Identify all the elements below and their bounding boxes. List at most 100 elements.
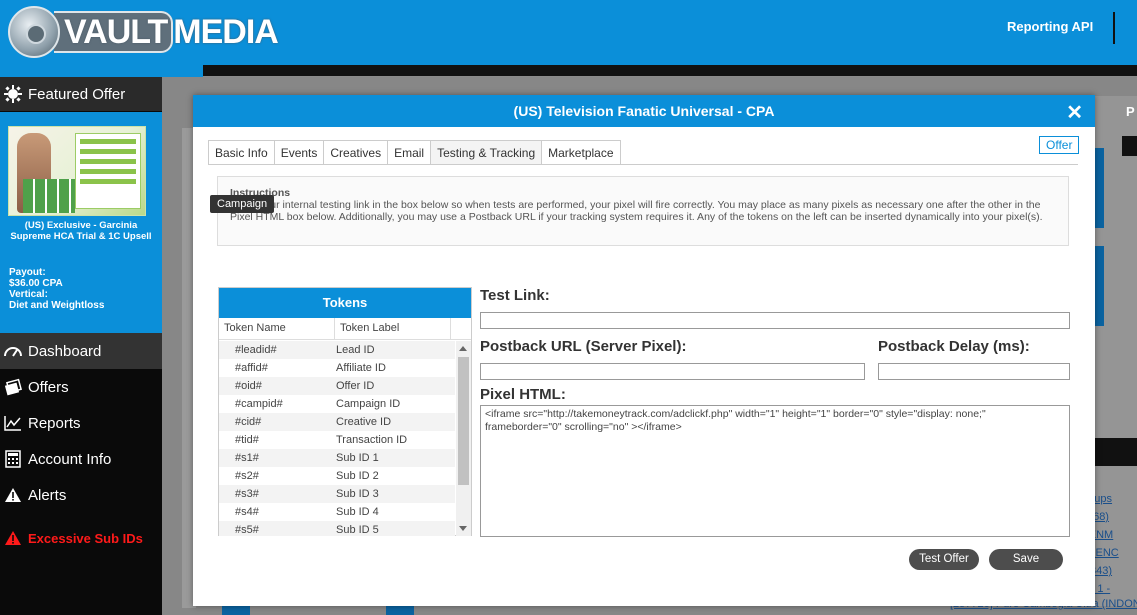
sidebar-menu: Dashboard Offers Reports Account Info Al…	[0, 333, 162, 563]
header-strip	[203, 65, 1137, 76]
tab-marketplace[interactable]: Marketplace	[541, 140, 621, 165]
token-name: #affid#	[235, 362, 268, 374]
token-row[interactable]: #leadid# Lead ID	[219, 341, 455, 359]
scroll-up-icon[interactable]	[459, 346, 467, 351]
scroll-thumb[interactable]	[458, 357, 469, 485]
sidebar-item-label: Dashboard	[28, 342, 102, 360]
test-link-input[interactable]	[480, 312, 1070, 329]
scroll-down-icon[interactable]	[459, 526, 467, 531]
token-row[interactable]: #affid# Affiliate ID	[219, 359, 455, 377]
tokens-scrollbar[interactable]	[456, 341, 471, 536]
token-label: Sub ID 3	[336, 488, 379, 500]
logo-text-media: MEDIA	[173, 12, 279, 51]
modal-header: (US) Television Fanatic Universal - CPA …	[193, 95, 1095, 127]
featured-offer-header: Featured Offer	[0, 77, 162, 111]
token-row[interactable]: #s3# Sub ID 3	[219, 485, 455, 503]
sidebar-item-reports[interactable]: Reports	[0, 405, 162, 441]
token-name: #s4#	[235, 506, 259, 518]
token-row[interactable]: #campid# Campaign ID	[219, 395, 455, 413]
pixel-html-textarea[interactable]: <iframe src="http://takemoneytrack.com/a…	[480, 405, 1070, 537]
reports-icon	[4, 414, 22, 432]
tokens-panel: Tokens Token Name Token Label #leadid# Le…	[218, 287, 472, 536]
token-row[interactable]: #s5# Sub ID 5	[219, 521, 455, 536]
save-button[interactable]: Save	[989, 549, 1063, 570]
background-dark-block	[1122, 136, 1137, 156]
instructions-text: Place your internal testing link in the …	[230, 199, 1043, 223]
tokens-list: #leadid# Lead ID #affid# Affiliate ID #oid…	[219, 341, 455, 536]
vertical-value: Diet and Weightloss	[9, 300, 105, 311]
background-blue-block	[1094, 148, 1104, 228]
close-icon[interactable]: ✕	[1066, 100, 1083, 125]
offer-promo-panel	[75, 133, 141, 209]
column-header-token-label[interactable]: Token Label	[335, 318, 451, 339]
tokens-title: Tokens	[219, 288, 471, 318]
postback-delay-input[interactable]	[878, 363, 1070, 380]
featured-offer-label: Featured Offer	[28, 85, 126, 103]
sidebar-item-alerts[interactable]: Alerts	[0, 477, 162, 513]
sidebar-item-account-info[interactable]: Account Info	[0, 441, 162, 477]
token-row[interactable]: #cid# Creative ID	[219, 413, 455, 431]
featured-offer-card[interactable]: (US) Exclusive - Garcinia Supreme HCA Tr…	[0, 112, 162, 333]
sidebar-item-label: Account Info	[28, 450, 112, 468]
sidebar-item-excessive-sub-ids[interactable]: Excessive Sub IDs	[0, 513, 162, 563]
tab-creatives[interactable]: Creatives	[323, 140, 388, 165]
background-blue-block	[1094, 246, 1104, 326]
modal-tabs: Basic Info Events Creatives Email Testin…	[208, 140, 621, 165]
token-label: Lead ID	[336, 344, 375, 356]
background-black-bar	[1094, 438, 1137, 466]
token-row[interactable]: #s2# Sub ID 2	[219, 467, 455, 485]
offers-icon	[4, 378, 22, 396]
token-name: #s1#	[235, 452, 259, 464]
column-header-token-name[interactable]: Token Name	[219, 318, 335, 339]
token-label: Sub ID 2	[336, 470, 379, 482]
token-row[interactable]: #tid# Transaction ID	[219, 431, 455, 449]
token-label: Sub ID 5	[336, 524, 379, 536]
token-row[interactable]: #s4# Sub ID 4	[219, 503, 455, 521]
token-row[interactable]: #s1# Sub ID 1	[219, 449, 455, 467]
reporting-api-link[interactable]: Reporting API	[1007, 19, 1093, 34]
token-label: Transaction ID	[336, 434, 408, 446]
tab-divider	[208, 164, 1078, 165]
featured-offer-image[interactable]	[8, 126, 146, 216]
calculator-icon	[4, 450, 22, 468]
token-name: #tid#	[235, 434, 259, 446]
instructions-box: Instructions Place your internal testing…	[217, 176, 1069, 246]
token-label: Sub ID 4	[336, 506, 379, 518]
warning-icon	[4, 529, 22, 547]
token-label: Sub ID 1	[336, 452, 379, 464]
offer-bottles-image	[23, 179, 75, 213]
logo-text-vault: VAULT	[54, 10, 174, 53]
tab-email[interactable]: Email	[387, 140, 431, 165]
token-name: #s5#	[235, 524, 259, 536]
postback-url-input[interactable]	[480, 363, 865, 380]
gear-icon	[4, 85, 22, 103]
background-header-char: P	[1126, 104, 1135, 119]
vertical-label: Vertical:	[9, 289, 48, 300]
sidebar-item-label: Reports	[28, 414, 81, 432]
token-label: Campaign ID	[336, 398, 401, 410]
vault-disc-icon	[8, 6, 60, 58]
vaultmedia-logo[interactable]: VAULT MEDIA	[8, 6, 279, 58]
tab-events[interactable]: Events	[273, 140, 324, 165]
background-blue-tab	[222, 606, 250, 615]
background-blue-tab	[386, 606, 414, 615]
token-label: Creative ID	[336, 416, 392, 428]
instructions-title: Instructions	[230, 187, 291, 199]
featured-offer-title[interactable]: (US) Exclusive - Garcinia Supreme HCA Tr…	[4, 220, 158, 242]
token-name: #s2#	[235, 470, 259, 482]
warning-icon	[4, 486, 22, 504]
sidebar: Featured Offer (US) Exclusive - Garcinia…	[0, 77, 162, 615]
dashboard-icon	[4, 342, 22, 360]
topbar-extension	[0, 65, 203, 77]
tab-testing-tracking[interactable]: Testing & Tracking	[430, 140, 542, 165]
offer-link-button[interactable]: Offer	[1039, 136, 1080, 154]
tab-basic-info[interactable]: Basic Info	[208, 140, 274, 165]
tokens-header-row: Token Name Token Label	[219, 318, 471, 340]
sidebar-item-dashboard[interactable]: Dashboard	[0, 333, 162, 369]
sidebar-item-offers[interactable]: Offers	[0, 369, 162, 405]
postback-url-label: Postback URL (Server Pixel):	[480, 338, 687, 355]
topbar-divider	[1113, 12, 1115, 44]
test-offer-button[interactable]: Test Offer	[909, 549, 979, 570]
token-row[interactable]: #oid# Offer ID	[219, 377, 455, 395]
postback-delay-label: Postback Delay (ms):	[878, 338, 1030, 355]
